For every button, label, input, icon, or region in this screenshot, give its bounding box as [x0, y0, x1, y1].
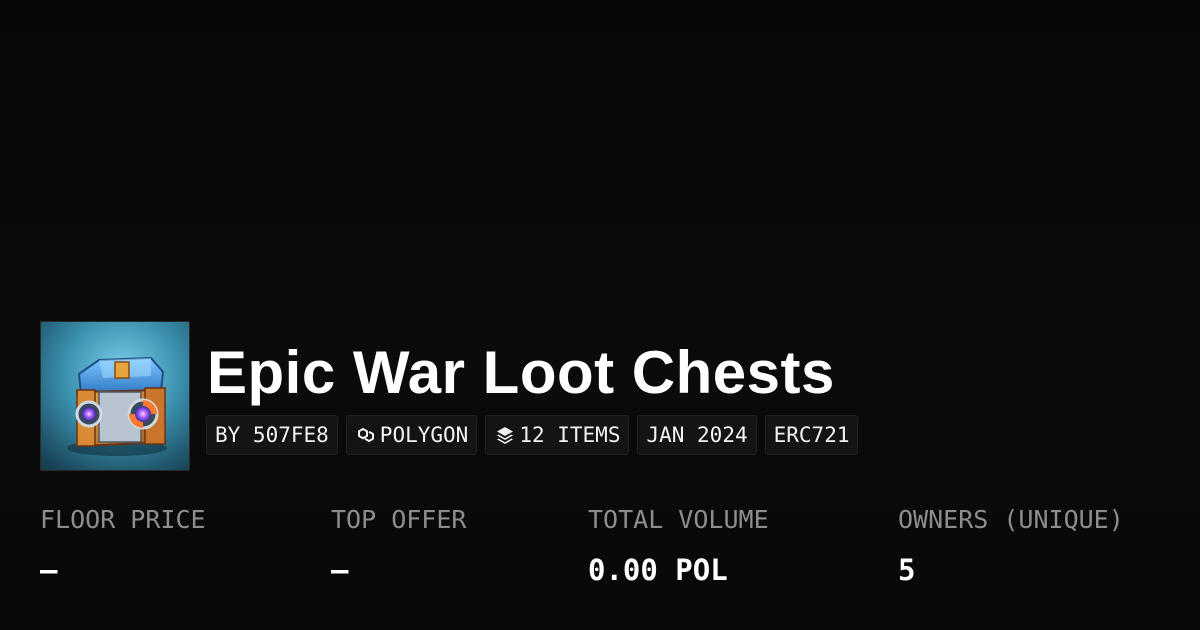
- collection-title: Epic War Loot Chests: [207, 339, 835, 406]
- creator-tag[interactable]: BY 507FE8: [206, 415, 338, 455]
- created-date-tag: JAN 2024: [637, 415, 757, 455]
- token-standard-label: ERC721: [773, 423, 850, 447]
- polygon-chain-icon: [355, 424, 377, 446]
- stat-total-volume: TOTAL VOLUME 0.00 POL: [588, 500, 769, 590]
- chain-tag[interactable]: POLYGON: [345, 415, 478, 455]
- items-count-tag[interactable]: 12 ITEMS: [485, 415, 630, 455]
- creator-tag-label: BY 507FE8: [215, 423, 329, 447]
- stat-value: 0.00 POL: [588, 553, 728, 587]
- stat-label: TOP OFFER: [331, 505, 467, 534]
- collection-tags: BY 507FE8 POLYGON 12 ITEMS JAN 2024 ERC7…: [206, 415, 859, 455]
- stat-value: 5: [898, 553, 916, 587]
- stack-layers-icon: [494, 424, 516, 446]
- collection-avatar: [40, 321, 190, 471]
- stat-label: TOTAL VOLUME: [588, 505, 769, 534]
- collection-stats: FLOOR PRICE – TOP OFFER – TOTAL VOLUME 0…: [0, 500, 1200, 610]
- created-date-label: JAN 2024: [646, 423, 748, 447]
- stat-label: OWNERS (UNIQUE): [898, 505, 1124, 534]
- stat-floor-price: FLOOR PRICE –: [40, 500, 206, 590]
- chain-tag-label: POLYGON: [379, 423, 469, 447]
- stat-top-offer: TOP OFFER –: [331, 500, 466, 590]
- stat-owners-unique: OWNERS (UNIQUE) 5: [898, 500, 1124, 590]
- items-count-label: 12 ITEMS: [519, 423, 621, 447]
- treasure-chest-image: [41, 322, 189, 470]
- stat-label: FLOOR PRICE: [40, 505, 206, 534]
- stat-value: –: [331, 553, 349, 587]
- stat-value: –: [40, 553, 58, 587]
- token-standard-tag: ERC721: [764, 415, 859, 455]
- og-card: Epic War Loot Chests BY 507FE8 POLYGON 1…: [0, 0, 1200, 630]
